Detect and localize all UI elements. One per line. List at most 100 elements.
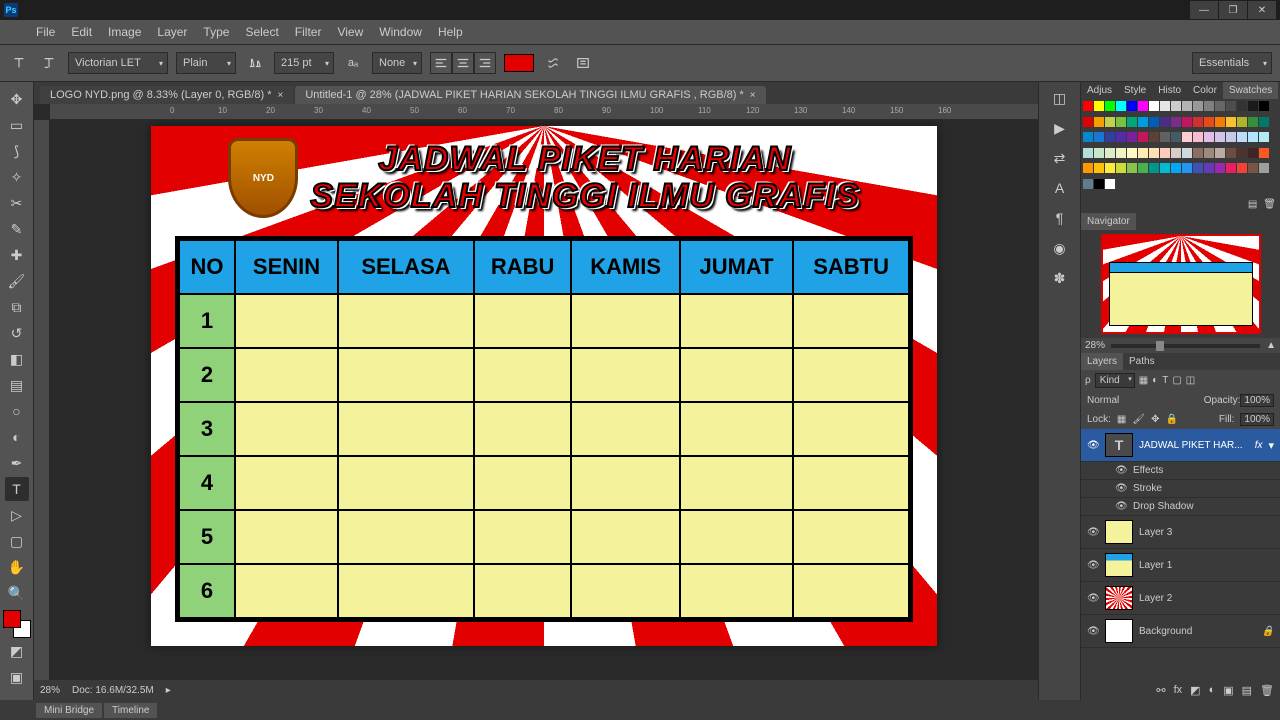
swatch[interactable] bbox=[1171, 148, 1181, 158]
canvas[interactable]: NYD JADWAL PIKET HARIAN SEKOLAH TINGGI I… bbox=[151, 126, 937, 646]
zoom-level[interactable]: 28% bbox=[40, 685, 60, 696]
close-tab-icon[interactable]: × bbox=[750, 90, 756, 101]
filter-adjustment-icon[interactable]: ◐ bbox=[1152, 375, 1158, 386]
tab-histogram[interactable]: Histo bbox=[1152, 82, 1187, 99]
swatch[interactable] bbox=[1226, 117, 1236, 127]
layer-thumbnail[interactable] bbox=[1105, 520, 1133, 544]
text-orientation-icon[interactable] bbox=[38, 52, 60, 74]
swatch[interactable] bbox=[1149, 163, 1159, 173]
swatch[interactable] bbox=[1149, 101, 1159, 111]
layer-item[interactable]: 👁 Layer 3 bbox=[1081, 516, 1280, 549]
swatch[interactable] bbox=[1127, 101, 1137, 111]
layer-thumbnail[interactable] bbox=[1105, 553, 1133, 577]
opacity-value[interactable]: 100% bbox=[1240, 394, 1274, 407]
screen-mode-toggle[interactable]: ▣ bbox=[5, 665, 29, 689]
crop-tool[interactable]: ✂ bbox=[5, 191, 29, 215]
swatch[interactable] bbox=[1116, 101, 1126, 111]
blur-tool[interactable]: ○ bbox=[5, 399, 29, 423]
lock-transparency-icon[interactable]: ▦ bbox=[1117, 414, 1126, 425]
tab-styles[interactable]: Style bbox=[1118, 82, 1152, 99]
layer-effect-dropshadow[interactable]: 👁Drop Shadow bbox=[1081, 498, 1280, 516]
tab-paths[interactable]: Paths bbox=[1123, 353, 1161, 370]
swatch[interactable] bbox=[1127, 117, 1137, 127]
menu-type[interactable]: Type bbox=[203, 25, 229, 39]
status-arrow-icon[interactable]: ▸ bbox=[166, 685, 171, 696]
menu-layer[interactable]: Layer bbox=[157, 25, 187, 39]
menu-image[interactable]: Image bbox=[108, 25, 141, 39]
filter-smart-icon[interactable]: ◫ bbox=[1186, 375, 1195, 386]
tab-timeline[interactable]: Timeline bbox=[104, 703, 157, 718]
swatch[interactable] bbox=[1083, 132, 1093, 142]
swatch[interactable] bbox=[1116, 132, 1126, 142]
swatch[interactable] bbox=[1138, 163, 1148, 173]
visibility-icon[interactable]: 👁 bbox=[1087, 593, 1099, 604]
swatch[interactable] bbox=[1171, 132, 1181, 142]
eraser-tool[interactable]: ◧ bbox=[5, 347, 29, 371]
layer-thumbnail[interactable]: T bbox=[1105, 433, 1133, 457]
swatch[interactable] bbox=[1138, 148, 1148, 158]
swatch[interactable] bbox=[1226, 132, 1236, 142]
swatch[interactable] bbox=[1094, 132, 1104, 142]
swatch[interactable] bbox=[1182, 132, 1192, 142]
adjustment-layer-icon[interactable]: ◐ bbox=[1209, 684, 1216, 696]
minimize-button[interactable]: — bbox=[1190, 1, 1218, 19]
foreground-background-colors[interactable] bbox=[3, 610, 31, 638]
swatch[interactable] bbox=[1226, 163, 1236, 173]
history-brush-tool[interactable]: ↺ bbox=[5, 321, 29, 345]
menu-edit[interactable]: Edit bbox=[71, 25, 92, 39]
swatch[interactable] bbox=[1215, 163, 1225, 173]
delete-layer-icon[interactable]: 🗑 bbox=[1260, 684, 1274, 697]
swatch[interactable] bbox=[1105, 163, 1115, 173]
delete-swatch-icon[interactable]: 🗑 bbox=[1263, 199, 1276, 210]
chevron-down-icon[interactable]: ▾ bbox=[1268, 439, 1274, 452]
swatch[interactable] bbox=[1105, 179, 1115, 189]
dock-icon[interactable]: ⇄ bbox=[1048, 148, 1072, 168]
tab-adjustments[interactable]: Adjus bbox=[1081, 82, 1118, 99]
menu-view[interactable]: View bbox=[337, 25, 363, 39]
layer-item[interactable]: 👁 T JADWAL PIKET HAR... fx ▾ bbox=[1081, 429, 1280, 462]
fill-value[interactable]: 100% bbox=[1240, 413, 1274, 426]
shape-tool[interactable]: ▢ bbox=[5, 529, 29, 553]
swatch[interactable] bbox=[1083, 148, 1093, 158]
filter-pixel-icon[interactable]: ▦ bbox=[1139, 375, 1148, 386]
healing-tool[interactable]: ✚ bbox=[5, 243, 29, 267]
swatch[interactable] bbox=[1248, 163, 1258, 173]
link-layers-icon[interactable]: ⚯ bbox=[1156, 684, 1165, 697]
layer-mask-icon[interactable]: ◩ bbox=[1190, 684, 1200, 697]
pen-tool[interactable]: ✒ bbox=[5, 451, 29, 475]
zoom-tool[interactable]: 🔍 bbox=[5, 581, 29, 605]
visibility-icon[interactable]: 👁 bbox=[1087, 527, 1099, 538]
swatch[interactable] bbox=[1083, 101, 1093, 111]
character-panel-icon[interactable] bbox=[572, 52, 594, 74]
swatch[interactable] bbox=[1248, 117, 1258, 127]
swatch[interactable] bbox=[1083, 117, 1093, 127]
marquee-tool[interactable]: ▭ bbox=[5, 113, 29, 137]
dock-icon[interactable]: ◫ bbox=[1048, 88, 1072, 108]
lasso-tool[interactable]: ⟆ bbox=[5, 139, 29, 163]
warp-text-icon[interactable] bbox=[542, 52, 564, 74]
swatch[interactable] bbox=[1127, 132, 1137, 142]
gradient-tool[interactable]: ▤ bbox=[5, 373, 29, 397]
swatch[interactable] bbox=[1160, 148, 1170, 158]
swatch[interactable] bbox=[1094, 163, 1104, 173]
menu-filter[interactable]: Filter bbox=[295, 25, 322, 39]
swatch[interactable] bbox=[1259, 163, 1269, 173]
close-tab-icon[interactable]: × bbox=[277, 90, 283, 101]
doc-info[interactable]: Doc: 16.6M/32.5M bbox=[72, 685, 154, 696]
swatch[interactable] bbox=[1248, 148, 1258, 158]
swatch[interactable] bbox=[1259, 101, 1269, 111]
dodge-tool[interactable]: ◐ bbox=[5, 425, 29, 449]
menu-help[interactable]: Help bbox=[438, 25, 463, 39]
lock-all-icon[interactable]: 🔒 bbox=[1165, 414, 1177, 425]
swatch[interactable] bbox=[1105, 148, 1115, 158]
tab-swatches[interactable]: Swatches bbox=[1223, 82, 1278, 99]
filter-shape-icon[interactable]: ▢ bbox=[1172, 375, 1181, 386]
quick-mask-toggle[interactable]: ◩ bbox=[5, 639, 29, 663]
tab-mini-bridge[interactable]: Mini Bridge bbox=[36, 703, 102, 718]
path-select-tool[interactable]: ▷ bbox=[5, 503, 29, 527]
swatch[interactable] bbox=[1105, 117, 1115, 127]
swatch[interactable] bbox=[1259, 148, 1269, 158]
swatch[interactable] bbox=[1171, 117, 1181, 127]
swatch[interactable] bbox=[1237, 101, 1247, 111]
swatch[interactable] bbox=[1094, 148, 1104, 158]
